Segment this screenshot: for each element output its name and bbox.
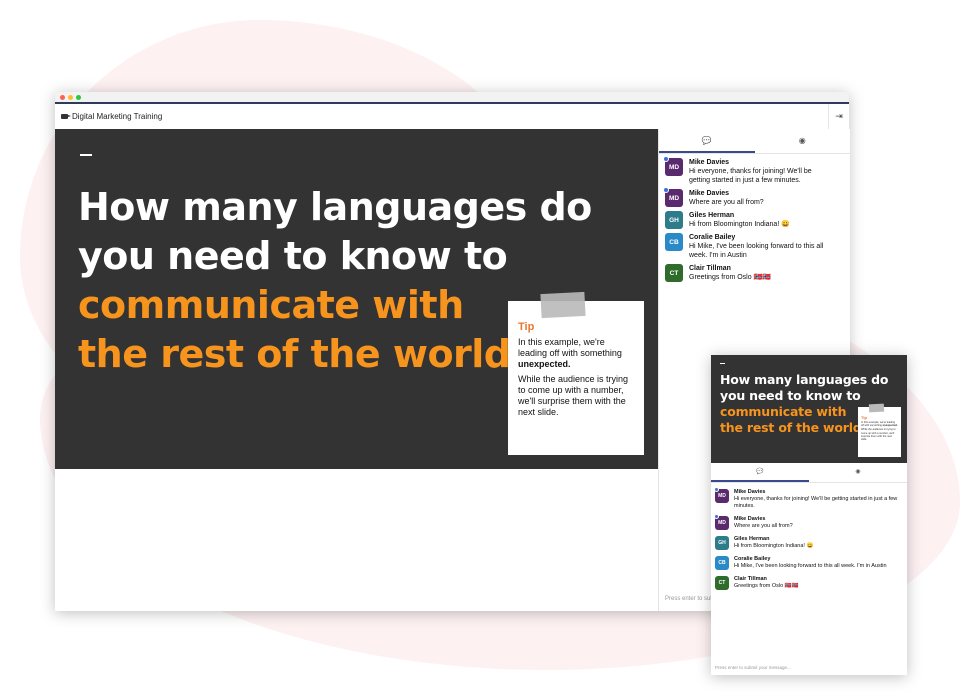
sender-name: Mike Davies (734, 516, 766, 522)
video-camera-icon (61, 114, 71, 119)
message-text: Hi everyone, thanks for joining! We'll b… (689, 168, 812, 184)
chat-input[interactable]: Press enter to submit your message... (715, 665, 791, 670)
chat-message: GH Giles Herman Hi from Bloomington Indian… (665, 211, 850, 229)
mobile-tip-note: Tip In this example, we're leading off w… (858, 403, 901, 457)
chat-message: GH Giles Herman Hi from Bloomington Indian… (715, 536, 907, 550)
slide-line: How many languages do (720, 372, 889, 387)
avatar: CB (715, 556, 729, 570)
exit-button[interactable]: ⇥ (828, 104, 849, 129)
avatar: CT (665, 264, 683, 282)
sender-name: Giles Herman (689, 212, 735, 219)
chat-messages: MD Mike Davies Hi everyone, thanks for joi… (659, 156, 850, 282)
tab-chat[interactable]: 💬 (711, 463, 809, 482)
tip-note: Tip In this example, we're leading off w… (508, 291, 644, 455)
host-badge-icon (663, 156, 669, 162)
mobile-preview: How many languages do you need to know t… (711, 355, 907, 675)
tape-decoration (540, 291, 586, 319)
message-body: Giles Herman Hi from Bloomington Indiana!… (734, 536, 902, 550)
message-text: Where are you all from? (689, 199, 764, 206)
tip-paragraph: While the audience is trying to come up … (518, 374, 629, 417)
slide-line: you need to know to (78, 234, 508, 278)
presentation-slide: How many languages do you need to know t… (55, 129, 658, 469)
message-body: Mike Davies Hi everyone, thanks for joini… (734, 489, 902, 510)
slide-line: you need to know to (720, 388, 861, 403)
tip-bold: unexpected. (518, 359, 571, 369)
slide-line-highlight: communicate with (720, 404, 847, 419)
sender-name: Mike Davies (734, 489, 766, 495)
slide-line-highlight: the rest of the world? (720, 420, 869, 435)
mobile-slide: How many languages do you need to know t… (711, 355, 907, 463)
avatar: CB (665, 233, 683, 251)
app-header: Digital Marketing Training (55, 104, 849, 130)
chat-message: CB Coralie Bailey Hi Mike, I've been looki… (715, 556, 907, 570)
person-icon: ◉ (798, 136, 806, 145)
tip-paragraph: In this example, we're leading off with … (518, 337, 634, 370)
slide-line-highlight: communicate with (78, 283, 464, 327)
message-text: Greetings from Oslo 🇳🇴🇳🇴 (689, 274, 772, 281)
chat-message: CT Clair Tillman Greetings from Oslo 🇳🇴🇳🇴 (665, 264, 850, 282)
message-body: Mike Davies Where are you all from? (734, 516, 902, 530)
host-badge-icon (663, 187, 669, 193)
chat-message: MD Mike Davies Hi everyone, thanks for joi… (663, 156, 850, 185)
minimize-window-button[interactable] (68, 95, 73, 100)
slide-dash (720, 363, 725, 364)
message-body: Mike Davies Where are you all from? (689, 189, 834, 207)
sidebar-tabs: 💬 ◉ (711, 463, 907, 483)
message-text: Where are you all from? (734, 523, 793, 529)
sender-name: Giles Herman (734, 536, 770, 542)
slide-dash (80, 154, 92, 156)
message-body: Giles Herman Hi from Bloomington Indiana!… (689, 211, 834, 229)
tape-decoration (868, 403, 885, 413)
app-title: Digital Marketing Training (72, 112, 163, 121)
sender-name: Coralie Bailey (689, 234, 736, 241)
message-text: Hi Mike, I've been looking forward to th… (689, 243, 824, 259)
avatar: GH (665, 211, 683, 229)
tab-chat[interactable]: 💬 (659, 129, 755, 153)
tip-paragraph: In this example, we're leading off with … (861, 421, 898, 427)
avatar: CT (715, 576, 729, 590)
host-badge-icon (714, 514, 719, 519)
message-body: Clair Tillman Greetings from Oslo 🇳🇴🇳🇴 (689, 264, 834, 282)
message-text: Hi Mike, I've been looking forward to th… (734, 563, 887, 569)
tab-people[interactable]: ◉ (809, 463, 907, 482)
slide-line: How many languages do (78, 185, 592, 229)
avatar: GH (715, 536, 729, 550)
mobile-chat: 💬 ◉ MD Mike Davies Hi everyone, thanks for… (711, 463, 907, 675)
message-text: Hi from Bloomington Indiana! 😀 (689, 221, 790, 228)
chat-message: CT Clair Tillman Greetings from Oslo 🇳🇴🇳🇴 (715, 576, 907, 590)
chat-bubble-icon: 💬 (756, 469, 764, 475)
chat-message: CB Coralie Bailey Hi Mike, I've been looki… (665, 233, 850, 260)
message-body: Coralie Bailey Hi Mike, I've been looking… (734, 556, 902, 570)
tab-people[interactable]: ◉ (755, 129, 851, 153)
message-text: Greetings from Oslo 🇳🇴🇳🇴 (734, 583, 799, 589)
tip-text: In this example, we're leading off with … (518, 337, 622, 358)
maximize-window-button[interactable] (76, 95, 81, 100)
message-text: Hi everyone, thanks for joining! We'll b… (734, 496, 898, 509)
message-body: Clair Tillman Greetings from Oslo 🇳🇴🇳🇴 (734, 576, 902, 590)
message-text: Hi from Bloomington Indiana! 😀 (734, 543, 814, 549)
chat-message: MD Mike Davies Where are you all from? (663, 187, 850, 207)
chat-message: MD Mike Davies Where are you all from? (714, 514, 907, 530)
message-body: Coralie Bailey Hi Mike, I've been looking… (689, 233, 834, 260)
sidebar-tabs: 💬 ◉ (659, 129, 850, 154)
tip-title: Tip (861, 415, 867, 420)
tip-title: Tip (518, 321, 535, 333)
slide-line-highlight: the rest of the world? (78, 332, 533, 376)
tip-bold: unexpected. (882, 424, 898, 428)
sender-name: Coralie Bailey (734, 556, 771, 562)
host-badge-icon (714, 487, 719, 492)
chat-message: MD Mike Davies Hi everyone, thanks for joi… (714, 487, 907, 510)
tip-paragraph: While the audience is trying to come up … (861, 428, 896, 442)
chat-bubble-icon: 💬 (701, 136, 712, 145)
sender-name: Clair Tillman (689, 265, 731, 272)
sender-name: Mike Davies (689, 159, 730, 166)
person-icon: ◉ (855, 469, 861, 475)
exit-icon: ⇥ (835, 111, 843, 121)
chat-messages: MD Mike Davies Hi everyone, thanks for joi… (711, 487, 907, 590)
message-body: Mike Davies Hi everyone, thanks for joini… (689, 158, 834, 185)
close-window-button[interactable] (60, 95, 65, 100)
sender-name: Mike Davies (689, 190, 730, 197)
window-titlebar (55, 92, 849, 104)
sender-name: Clair Tillman (734, 576, 767, 582)
